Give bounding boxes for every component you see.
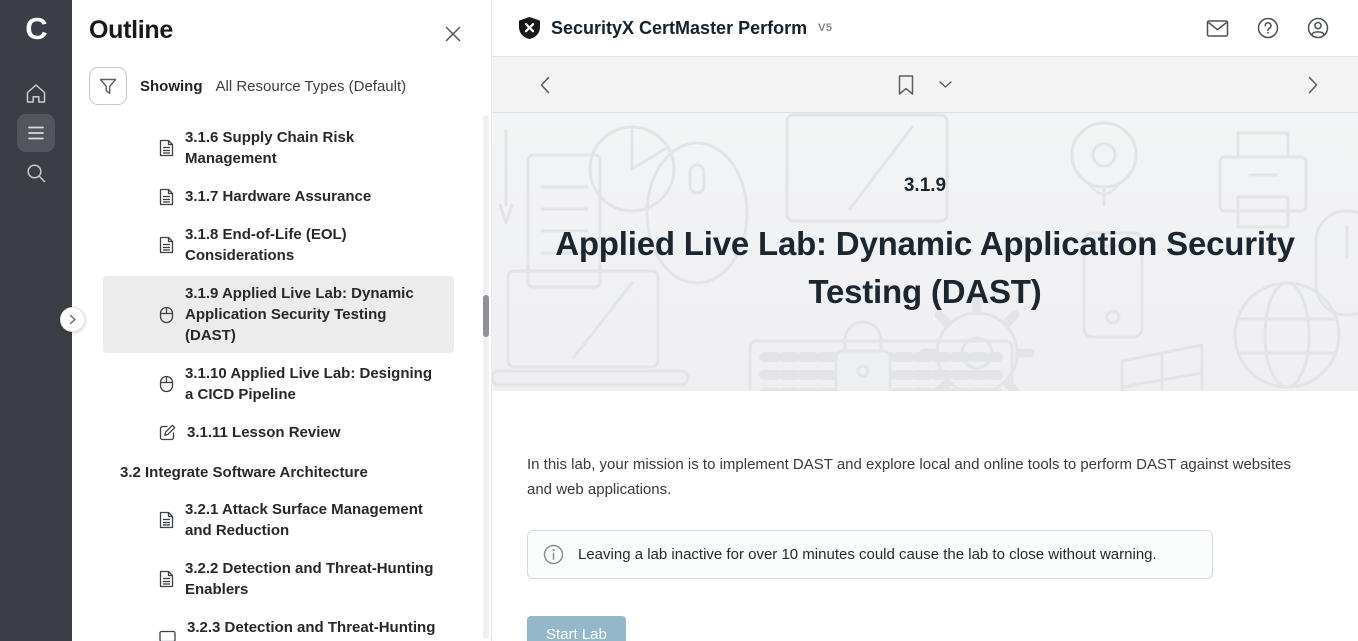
chevron-down-icon: [939, 81, 953, 89]
help-button[interactable]: [1255, 15, 1281, 41]
lesson-title: Applied Live Lab: Dynamic Application Se…: [535, 220, 1315, 316]
shield-x-icon: [518, 16, 541, 40]
bookmark-icon: [898, 74, 915, 95]
outline-scrollbar-thumb[interactable]: [483, 295, 489, 337]
outline-item-3-2-3[interactable]: 3.2.3 Detection and Threat-Hunting Enabl…: [103, 610, 454, 641]
pencil-icon: [159, 424, 176, 441]
bookmark-group: [896, 72, 955, 97]
app-header: SecurityX CertMaster Perform V5: [492, 0, 1358, 57]
previous-page-button[interactable]: [538, 74, 552, 96]
outline-item-3-2-1[interactable]: 3.2.1 Attack Surface Management and Redu…: [103, 492, 454, 548]
outline-panel-title: Outline: [89, 16, 173, 45]
outline-item-3-1-8[interactable]: 3.1.8 End-of-Life (EOL) Considerations: [103, 217, 454, 273]
close-outline-button[interactable]: [439, 20, 467, 48]
document-icon: [159, 570, 174, 588]
filter-button[interactable]: [89, 67, 127, 105]
outline-list: 3.1.6 Supply Chain Risk Management 3.1.7…: [103, 120, 454, 641]
messages-button[interactable]: [1204, 17, 1231, 40]
next-page-button[interactable]: [1306, 74, 1320, 96]
search-icon: [26, 163, 47, 184]
info-icon: [543, 544, 564, 565]
lesson-body: In this lab, your mission is to implemen…: [492, 391, 1358, 641]
account-icon: [1307, 17, 1329, 39]
app-window: C Outline: [0, 0, 1358, 641]
outline-item-label: 3.2.2 Detection and Threat-Hunting Enabl…: [185, 558, 435, 600]
outline-item-label: 3.1.6 Supply Chain Risk Management: [185, 127, 435, 169]
lesson-description: In this lab, your mission is to implemen…: [527, 452, 1302, 502]
close-icon: [445, 26, 461, 42]
monitor-icon: [159, 630, 176, 641]
header-actions: [1204, 15, 1331, 41]
search-button[interactable]: [17, 154, 55, 192]
chevron-right-icon: [1308, 76, 1318, 94]
lesson-nav-toolbar: [492, 57, 1358, 113]
padlock-icon: [836, 322, 890, 391]
outline-item-3-1-6[interactable]: 3.1.6 Supply Chain Risk Management: [103, 120, 454, 176]
chevron-right-icon: [69, 314, 77, 325]
home-button[interactable]: [17, 74, 55, 112]
outline-item-label: 3.1.10 Applied Live Lab: Designing a CIC…: [185, 363, 435, 405]
funnel-icon: [99, 78, 117, 95]
outline-item-label: 3.1.7 Hardware Assurance: [185, 186, 371, 207]
outline-list-icon: [26, 125, 46, 141]
outline-item-label: 3.1.9 Applied Live Lab: Dynamic Applicat…: [185, 283, 435, 346]
notice-text: Leaving a lab inactive for over 10 minut…: [578, 546, 1157, 563]
comptia-logo: C: [25, 8, 46, 50]
outline-item-3-1-7[interactable]: 3.1.7 Hardware Assurance: [103, 179, 454, 214]
account-button[interactable]: [1305, 15, 1331, 41]
showing-label: Showing: [140, 78, 203, 95]
mail-icon: [1206, 19, 1229, 38]
help-icon: [1257, 17, 1279, 39]
app-version-badge: V5: [818, 22, 832, 34]
lesson-hero-banner: 3.1.9 Applied Live Lab: Dynamic Applicat…: [492, 113, 1358, 391]
inactivity-notice: Leaving a lab inactive for over 10 minut…: [527, 530, 1213, 579]
mouse-lab-icon: [159, 306, 174, 324]
mouse-lab-icon: [159, 375, 174, 393]
outline-item-label: 3.1.8 End-of-Life (EOL) Considerations: [185, 224, 435, 266]
chevron-left-icon: [540, 76, 550, 94]
outline-panel: Outline Showing All Resource Types (Defa…: [72, 0, 491, 641]
bookmark-menu-button[interactable]: [937, 79, 955, 91]
outline-scrollbar[interactable]: [483, 115, 489, 639]
brand: SecurityX CertMaster Perform V5: [518, 16, 832, 40]
document-icon: [159, 236, 174, 254]
document-icon: [159, 511, 174, 529]
outline-item-label: 3.2.1 Attack Surface Management and Redu…: [185, 499, 435, 541]
app-title: SecurityX CertMaster Perform: [551, 18, 807, 39]
outline-item-3-1-11[interactable]: 3.1.11 Lesson Review: [103, 415, 454, 450]
document-icon: [159, 188, 174, 206]
outline-item-label: 3.1.11 Lesson Review: [187, 422, 340, 443]
outline-nav-button[interactable]: [17, 114, 55, 152]
collapse-panel-button[interactable]: [60, 307, 85, 332]
lesson-number: 3.1.9: [492, 175, 1358, 197]
outline-item-label: 3.2.3 Detection and Threat-Hunting Enabl…: [187, 617, 437, 641]
resource-filter-row: Showing All Resource Types (Default): [89, 67, 491, 105]
outline-item-3-1-10[interactable]: 3.1.10 Applied Live Lab: Designing a CIC…: [103, 356, 454, 412]
outline-section-3-2: 3.2 Integrate Software Architecture: [103, 453, 454, 492]
filter-value: All Resource Types (Default): [216, 78, 407, 95]
main-content: SecurityX CertMaster Perform V5: [491, 0, 1358, 641]
home-icon: [25, 83, 47, 104]
windows-logo-icon: [1122, 345, 1202, 391]
start-lab-button[interactable]: Start Lab: [527, 616, 626, 641]
bookmark-button[interactable]: [896, 72, 917, 97]
outline-item-3-2-2[interactable]: 3.2.2 Detection and Threat-Hunting Enabl…: [103, 551, 454, 607]
outline-item-3-1-9-active[interactable]: 3.1.9 Applied Live Lab: Dynamic Applicat…: [103, 276, 454, 353]
document-icon: [159, 139, 174, 157]
